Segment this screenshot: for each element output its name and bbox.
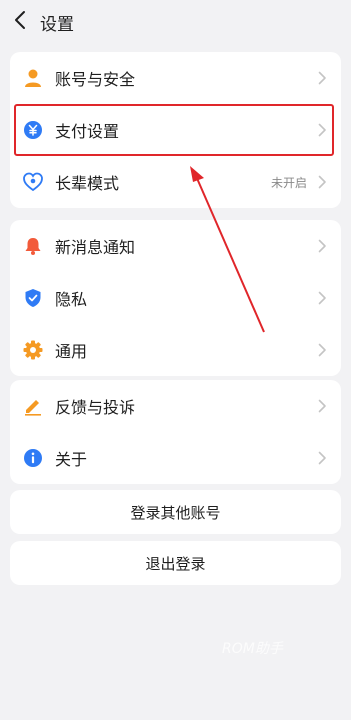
settings-item-label: 账号与安全 bbox=[55, 70, 136, 89]
chevron-right-icon bbox=[318, 343, 326, 357]
edit-icon bbox=[23, 396, 43, 416]
settings-item-feedback[interactable]: 反馈与投诉 bbox=[10, 380, 341, 432]
header-bar: 设置 bbox=[0, 0, 351, 44]
settings-group-account: 账号与安全 支付设置 长辈模式 未开启 bbox=[10, 52, 341, 208]
settings-item-label: 隐私 bbox=[55, 290, 88, 309]
back-arrow-icon[interactable] bbox=[10, 9, 32, 31]
person-icon bbox=[23, 68, 43, 88]
settings-item-label: 关于 bbox=[55, 450, 88, 469]
settings-item-label: 通用 bbox=[55, 342, 88, 361]
chevron-right-icon bbox=[318, 123, 326, 137]
settings-group-support: 反馈与投诉 关于 bbox=[10, 380, 341, 484]
settings-item-label: 新消息通知 bbox=[55, 238, 136, 257]
settings-item-about[interactable]: 关于 bbox=[10, 432, 341, 484]
settings-item-notifications[interactable]: 新消息通知 bbox=[10, 220, 341, 272]
settings-item-account-security[interactable]: 账号与安全 bbox=[10, 52, 341, 104]
chevron-right-icon bbox=[318, 451, 326, 465]
chevron-right-icon bbox=[318, 291, 326, 305]
logout-button[interactable]: 退出登录 bbox=[10, 541, 341, 585]
settings-item-payment[interactable]: 支付设置 bbox=[10, 104, 341, 156]
gear-icon bbox=[23, 340, 43, 360]
chevron-right-icon bbox=[318, 175, 326, 189]
yuan-icon bbox=[23, 120, 43, 140]
settings-item-elder-mode[interactable]: 长辈模式 未开启 bbox=[10, 156, 341, 208]
info-icon bbox=[23, 448, 43, 468]
shield-icon bbox=[23, 288, 43, 308]
chevron-right-icon bbox=[318, 399, 326, 413]
settings-group-general: 新消息通知 隐私 通用 bbox=[10, 220, 341, 376]
chevron-right-icon bbox=[318, 239, 326, 253]
annotation-arrow-icon bbox=[190, 166, 265, 333]
settings-item-general[interactable]: 通用 bbox=[10, 324, 341, 376]
watermark: ROM助手 bbox=[222, 641, 283, 657]
settings-item-label: 支付设置 bbox=[55, 122, 120, 141]
settings-item-label: 反馈与投诉 bbox=[55, 398, 136, 417]
heart-icon bbox=[23, 172, 43, 192]
settings-item-privacy[interactable]: 隐私 bbox=[10, 272, 341, 324]
bell-icon bbox=[23, 236, 43, 256]
settings-item-label: 长辈模式 bbox=[55, 174, 120, 193]
chevron-right-icon bbox=[318, 71, 326, 85]
page-title: 设置 bbox=[40, 15, 74, 35]
login-other-account-button[interactable]: 登录其他账号 bbox=[10, 490, 341, 534]
